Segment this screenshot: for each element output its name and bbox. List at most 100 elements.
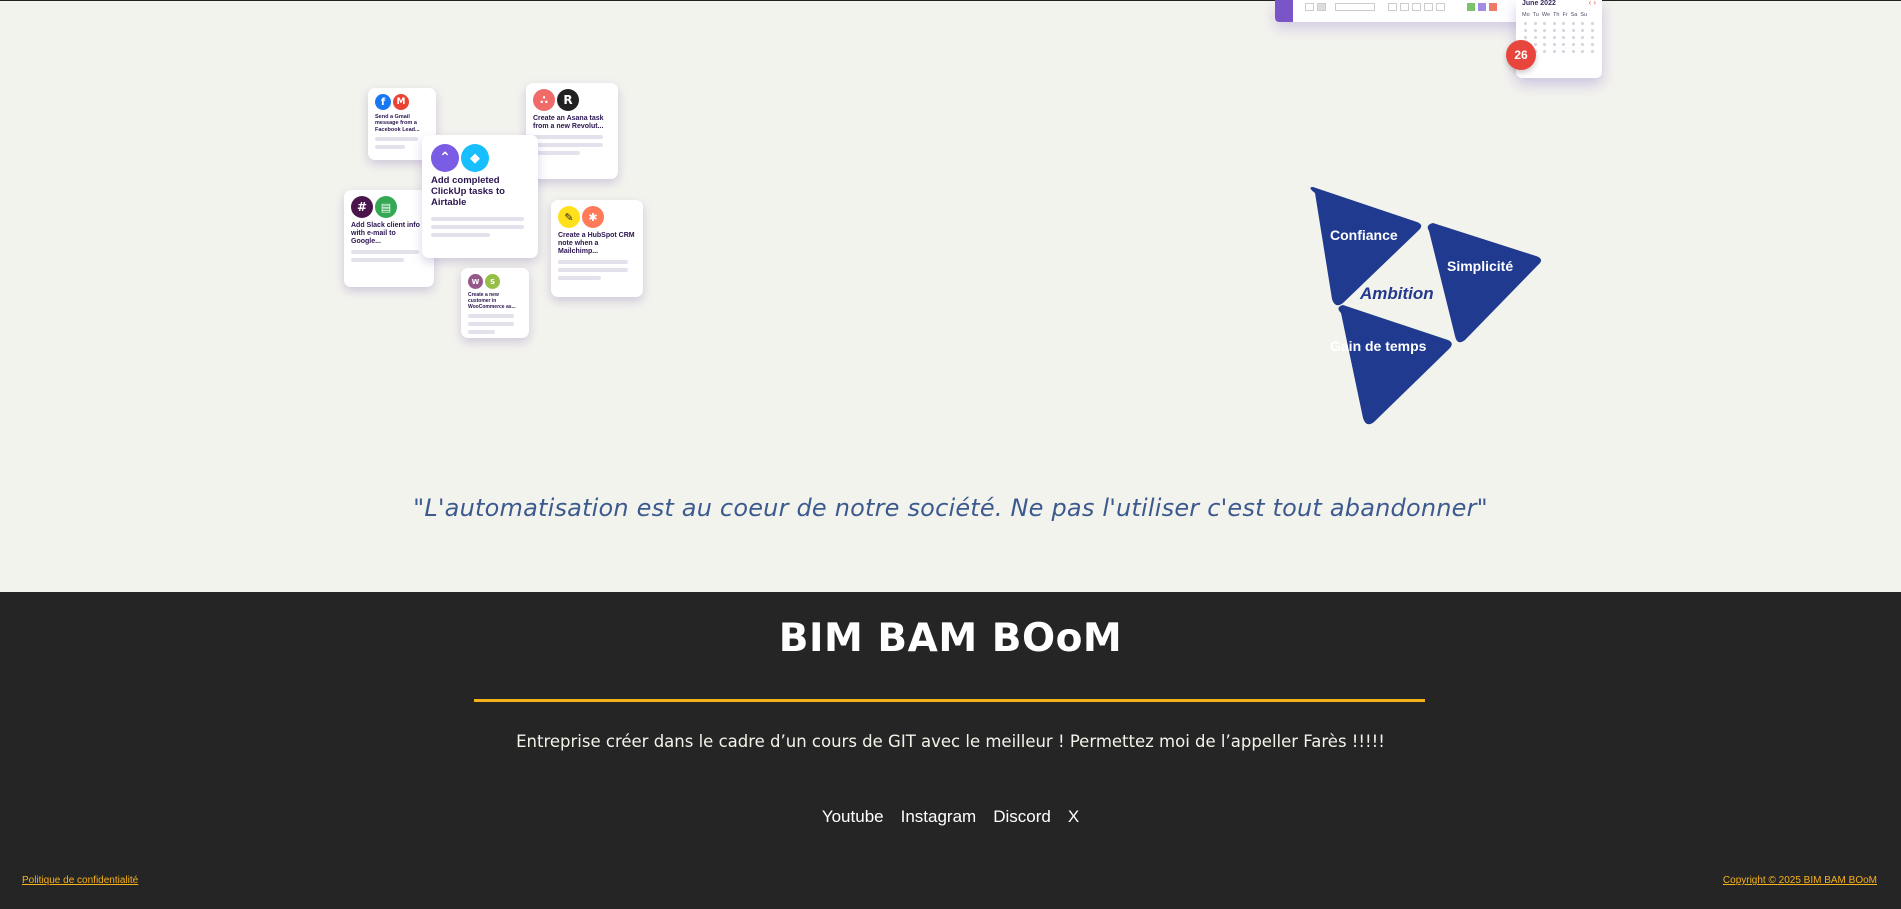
text-placeholder-line — [351, 250, 420, 255]
calendar-day-dot — [1581, 43, 1584, 46]
calendar-month: June 2022 — [1522, 0, 1556, 7]
calendar-day-dot — [1543, 50, 1546, 53]
weekday: Sa — [1570, 12, 1578, 18]
calendar-day-dot — [1571, 36, 1575, 39]
calendar-day-dot — [1533, 22, 1537, 25]
toolbar-square — [1424, 3, 1433, 11]
text-placeholder-line — [468, 322, 514, 327]
color-swatch — [1478, 3, 1486, 11]
value-gain-de-temps: Gain de temps — [1330, 338, 1427, 354]
discord-link[interactable]: Discord — [993, 807, 1051, 827]
weekday: Su — [1580, 12, 1588, 18]
calendar-day-dot — [1543, 29, 1546, 32]
calendar-day-dot — [1581, 50, 1584, 53]
weekday: Mo — [1522, 12, 1530, 18]
automation-card-title: Create an Asana task from a new Revolut.… — [533, 115, 604, 131]
automation-card-title: Create a new customer in WooCommerce as.… — [468, 292, 516, 310]
color-swatch — [1489, 3, 1497, 11]
calendar-day-dot — [1590, 22, 1594, 25]
social-links: Youtube Instagram Discord X — [0, 807, 1901, 827]
triangle-simplicite — [1427, 223, 1542, 343]
calendar-day-dot — [1524, 36, 1527, 39]
calendar-day-dot — [1581, 22, 1584, 25]
gmail-icon: M — [393, 94, 409, 110]
google-sheets-icon: ▤ — [375, 196, 397, 218]
youtube-link[interactable]: Youtube — [822, 807, 884, 827]
calendar-toolbar-illustration — [1275, 0, 1530, 22]
calendar-weekdays: Mo Tu We Th Fr Sa Su — [1522, 12, 1587, 18]
automation-card-title: Send a Gmail message from a Facebook Lea… — [375, 114, 420, 133]
weekday: Th — [1553, 12, 1560, 18]
calendar-nav-arrows-icon: ‹ › — [1588, 0, 1596, 7]
calendar-day-dot — [1562, 43, 1565, 46]
text-placeholder-line — [558, 276, 601, 281]
calendar-day-dot — [1552, 43, 1556, 46]
calendar-day-dot — [1552, 22, 1556, 25]
text-placeholder-line — [558, 260, 629, 265]
x-link[interactable]: X — [1068, 807, 1079, 827]
asana-icon: ∴ — [533, 89, 555, 111]
calendar-day-dot — [1590, 29, 1594, 32]
top-border — [0, 0, 1901, 1]
toolbar-accent-bar — [1275, 0, 1293, 22]
values-diagram: Confiance Simplicité Gain de temps Ambit… — [1305, 185, 1550, 430]
calendar-day-dot — [1552, 36, 1556, 39]
toolbar-square — [1400, 3, 1409, 11]
calendar-day-dot — [1571, 22, 1575, 25]
toolbar-square — [1317, 3, 1326, 11]
value-ambition: Ambition — [1360, 284, 1434, 303]
calendar-day-dot — [1562, 50, 1565, 53]
calendar-day-dot — [1524, 22, 1527, 25]
footer-divider — [474, 699, 1425, 702]
calendar-day-dot — [1562, 29, 1565, 32]
calendar-day-dot — [1581, 36, 1584, 39]
calendar-day-dot — [1533, 43, 1537, 46]
privacy-policy-link[interactable]: Politique de confidentialité — [22, 875, 138, 886]
automation-card-title: Add completed ClickUp tasks to Airtable — [431, 175, 505, 208]
calendar-day-dot — [1524, 29, 1527, 32]
calendar-day-grid — [1524, 22, 1600, 53]
text-placeholder-line — [351, 258, 405, 263]
company-quote: "L'automatisation est au coeur de notre … — [413, 494, 1488, 522]
weekday: We — [1541, 12, 1551, 18]
clickup-icon: ⌃ — [431, 144, 459, 172]
toolbar-square — [1436, 3, 1445, 11]
toolbar-square — [1412, 3, 1421, 11]
weekday: Tu — [1532, 12, 1539, 18]
automation-card-clickup: ⌃ ◆ Add completed ClickUp tasks to Airta… — [422, 135, 538, 258]
text-placeholder-line — [375, 136, 419, 141]
text-placeholder-line — [468, 314, 514, 319]
text-placeholder-line — [533, 135, 604, 140]
automation-collage: f M Send a Gmail message from a Facebook… — [330, 80, 660, 350]
text-placeholder-line — [431, 232, 490, 237]
mailchimp-icon: ✎ — [558, 206, 580, 228]
automation-card-title: Add Slack client info with e-mail to Goo… — [351, 222, 420, 246]
calendar-day-dot — [1590, 50, 1594, 53]
calendar-day-dot — [1552, 50, 1556, 53]
calendar-day-dot — [1571, 50, 1575, 53]
text-placeholder-line — [533, 151, 580, 156]
text-placeholder-line — [533, 143, 604, 148]
toolbar-field — [1335, 3, 1375, 11]
value-confiance: Confiance — [1330, 227, 1398, 243]
slack-icon: # — [351, 196, 373, 218]
calendar-day-dot — [1552, 29, 1556, 32]
toolbar-square — [1305, 3, 1314, 11]
calendar-day-dot — [1533, 36, 1537, 39]
instagram-link[interactable]: Instagram — [901, 807, 977, 827]
shopify-icon: S — [485, 274, 500, 289]
footer-brand: BIM BAM BOoM — [778, 616, 1123, 661]
automation-card-asana: ∴ R Create an Asana task from a new Revo… — [526, 83, 618, 179]
toolbar-square — [1388, 3, 1397, 11]
automation-card-woocommerce: W S Create a new customer in WooCommerce… — [461, 268, 529, 338]
revolut-icon: R — [557, 89, 579, 111]
copyright-link[interactable]: Copyright © 2025 BIM BAM BOoM — [1723, 875, 1877, 886]
weekday: Fr — [1562, 12, 1568, 18]
automation-card-gsheets: # ▤ Add Slack client info with e-mail to… — [344, 190, 434, 287]
calendar-day-dot — [1543, 43, 1546, 46]
text-placeholder-line — [468, 330, 495, 335]
woocommerce-icon: W — [468, 274, 483, 289]
automation-card-hubspot: ✎ ✱ Create a HubSpot CRM note when a Mai… — [551, 200, 643, 297]
triangle-gain-de-temps — [1338, 305, 1452, 425]
calendar-day-dot — [1562, 22, 1565, 25]
